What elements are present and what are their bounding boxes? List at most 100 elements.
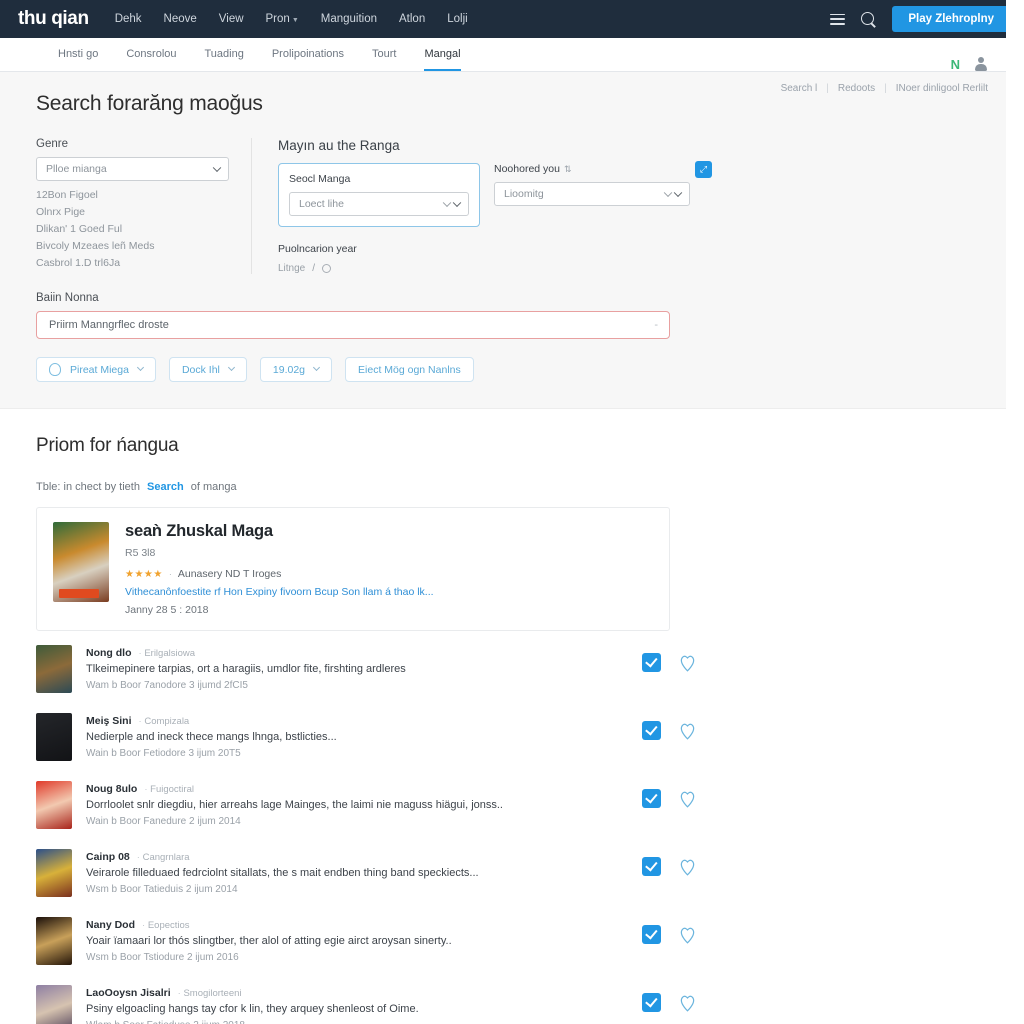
breadcrumb-item-2[interactable]: INoer dinligool Rerlilt	[896, 83, 988, 94]
row-actions	[642, 917, 696, 944]
table-row[interactable]: Nong dlo Erilgalsiowa Tlkeimepinere tarp…	[36, 635, 696, 703]
table-row[interactable]: Noug 8ulo Fuigoctiral Dorrloolet snlr di…	[36, 771, 696, 839]
form-columns: Genre Plloe mianga 12Bon Figoel Olnrx Pi…	[36, 138, 970, 274]
basin-name-group: Baiin Nonna Priirm Manngrflec droste -	[36, 292, 970, 339]
genre-hint-0[interactable]: 12Bon Figoel	[36, 189, 229, 201]
subnav-item-1[interactable]: Consrolou	[126, 38, 176, 71]
row-description: Yoair ïamaari lor thós slingtber, ther a…	[86, 935, 452, 947]
sort-icon[interactable]: ⇅	[564, 164, 572, 175]
publication-year-group: Puolncarion year Litnge /	[278, 243, 970, 274]
circle-icon[interactable]	[322, 264, 332, 273]
row-description: Dorrloolet snlr diegdiu, hier arreahs la…	[86, 799, 503, 811]
eject-manga-button[interactable]: Eiect Mög ogn Nanlns	[345, 357, 474, 382]
row-header: Nong dlo Erilgalsiowa	[86, 647, 628, 659]
search-icon[interactable]	[861, 11, 876, 27]
heart-icon[interactable]	[679, 722, 696, 740]
subnav-item-0[interactable]: Hnsti go	[58, 38, 98, 71]
top-nav-item-3[interactable]: Pron ▼	[266, 13, 299, 25]
hamburger-icon[interactable]	[830, 13, 846, 25]
heart-icon[interactable]	[679, 858, 696, 876]
featured-link[interactable]: Vithecanônfoestite rf Hon Expiny fivoorn…	[125, 586, 653, 598]
results-section: Priom for ńangua Tble: in chect by tieth…	[0, 409, 1006, 1024]
top-nav-item-1[interactable]: Neove	[164, 13, 197, 25]
top-nav-item-2[interactable]: View	[219, 13, 244, 25]
row-meta: Wam b Boor 7anodore 3 ijumd 2fCI5	[86, 680, 248, 691]
publication-year-label: Puolncarion year	[278, 243, 357, 255]
rating-stars-icon: ★★★★	[125, 568, 163, 580]
row-checkbox[interactable]	[642, 721, 661, 740]
row-meta: Wlam b Soor Fatieduse 2 ijum 2018	[86, 1020, 628, 1024]
results-subtitle-link[interactable]: Search	[147, 481, 184, 493]
clear-icon[interactable]: -	[654, 319, 658, 331]
featured-result-card[interactable]: seaǹ Zhuskal Maga R5 3l8 ★★★★ · Aunasery…	[36, 507, 670, 631]
row-meta: Wain b Boor Fanedure 2 ijum 2014	[86, 816, 241, 827]
genre-hint-4[interactable]: Casbrol 1.D trl6Ja	[36, 257, 229, 269]
table-row[interactable]: Cainp 08 Cangrnlara Veirarole filleduaed…	[36, 839, 696, 907]
genre-column: Genre Plloe mianga 12Bon Figoel Olnrx Pi…	[36, 138, 252, 274]
row-checkbox[interactable]	[642, 857, 661, 876]
publication-year-range: Litnge /	[278, 263, 970, 274]
row-checkbox[interactable]	[642, 993, 661, 1012]
row-thumbnail	[36, 713, 72, 761]
row-actions	[642, 713, 696, 740]
row-checkbox[interactable]	[642, 653, 661, 672]
subnav-item-4[interactable]: Tourt	[372, 38, 396, 71]
top-nav-item-6[interactable]: Lolji	[447, 13, 467, 25]
breadcrumb-item-0[interactable]: Search l	[781, 83, 818, 94]
leaf-icon[interactable]: N	[951, 58, 960, 71]
row-thumbnail	[36, 917, 72, 965]
dock-list-button[interactable]: Dock Ihl	[168, 357, 247, 382]
heart-icon[interactable]	[679, 994, 696, 1012]
row-thumbnail	[36, 781, 72, 829]
row-checkbox[interactable]	[642, 925, 661, 944]
row-actions	[642, 781, 696, 808]
play-cta-button[interactable]: Play Zlehroplny	[892, 6, 1006, 32]
publication-range-separator: /	[312, 263, 316, 274]
chevron-down-icon	[312, 363, 321, 372]
genre-hint-2[interactable]: Dlikan' 1 Goed Ful	[36, 223, 229, 235]
genre-hint-3[interactable]: Bivcoly Mzeaes leñ Meds	[36, 240, 229, 252]
table-row[interactable]: LaoOoysn Jisalri Smogilorteeni Psiny elg…	[36, 975, 696, 1024]
genre-select[interactable]: Plloe mianga	[36, 157, 229, 181]
expand-icon: ⤢	[699, 164, 708, 174]
row-checkbox[interactable]	[642, 789, 661, 808]
result-rows: Nong dlo Erilgalsiowa Tlkeimepinere tarp…	[36, 635, 696, 1024]
sort-dropdown[interactable]: Lioomitg	[494, 182, 690, 206]
expand-icon-button[interactable]: ⤢	[695, 161, 712, 178]
featured-id: R5 3l8	[125, 547, 156, 559]
subnav-item-3[interactable]: Prolipoinations	[272, 38, 344, 71]
table-row[interactable]: Nany Dod Eopectios Yoair ïamaari lor thó…	[36, 907, 696, 975]
heart-icon[interactable]	[679, 790, 696, 808]
top-nav-item-0[interactable]: Dehk	[115, 13, 142, 25]
heart-icon[interactable]	[679, 926, 696, 944]
search-form-section: Search forarăng maoğus Genre Plloe miang…	[0, 72, 1006, 409]
row-name: Nong dlo	[86, 647, 132, 659]
avatar-icon[interactable]	[974, 57, 988, 71]
select-manga-group: Seocl Manga Loect lihe	[278, 163, 480, 227]
chevron-down-icon	[136, 363, 144, 372]
row-header: Noug 8ulo Fuigoctiral	[86, 783, 628, 795]
heart-icon[interactable]	[679, 654, 696, 672]
results-subtitle-post: of manga	[190, 481, 237, 493]
featured-thumbnail	[53, 522, 109, 602]
count-button[interactable]: 19.02g	[259, 357, 333, 382]
table-row[interactable]: Meiş Sini Compizala Nedierple and ineck …	[36, 703, 696, 771]
meta-dot: ·	[168, 569, 172, 579]
present-manga-button[interactable]: Pireat Miega	[36, 357, 156, 382]
genre-hint-1[interactable]: Olnrx Pige	[36, 206, 229, 218]
sort-value: Lioomitg	[504, 188, 544, 200]
select-manga-dropdown[interactable]: Loect lihe	[289, 192, 469, 216]
subnav-item-2[interactable]: Tuading	[205, 38, 244, 71]
site-logo[interactable]: thu qian	[18, 8, 89, 30]
top-nav-item-4[interactable]: Manguition	[321, 13, 377, 25]
dock-list-label: Dock Ihl	[181, 363, 220, 376]
row-name: Cainp 08	[86, 851, 130, 863]
row-body: LaoOoysn Jisalri Smogilorteeni Psiny elg…	[86, 985, 628, 1024]
chevron-down-icon: ▼	[291, 17, 299, 24]
page-title: Search forarăng maoğus	[36, 92, 263, 115]
subnav-item-mangal-active[interactable]: Mangal	[424, 38, 461, 71]
row-actions	[642, 849, 696, 876]
breadcrumb-item-1[interactable]: Redoots	[838, 83, 875, 94]
top-nav-item-5[interactable]: Atlon	[399, 13, 425, 25]
basin-name-input[interactable]: Priirm Manngrflec droste -	[36, 311, 670, 339]
